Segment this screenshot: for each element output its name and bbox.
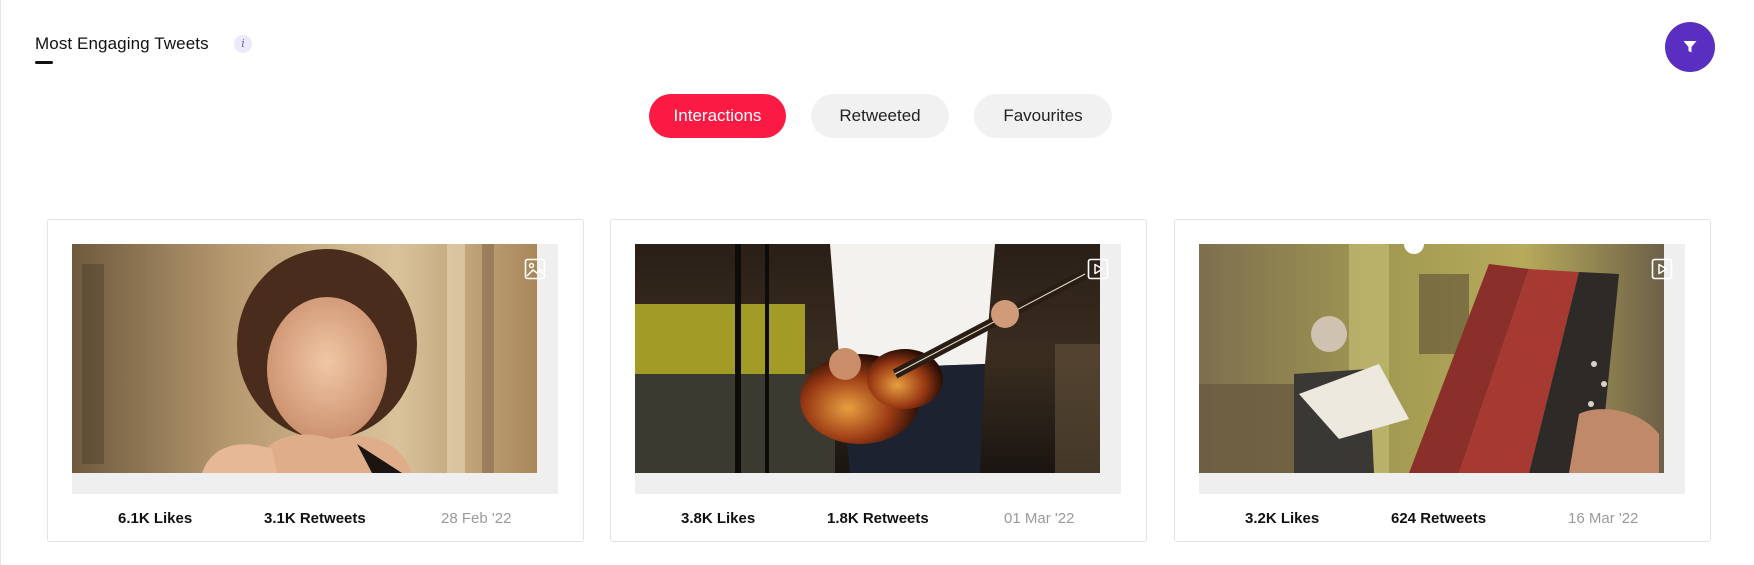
retweets-count: 3.1K Retweets	[264, 510, 366, 527]
tweet-card[interactable]: 6.1K Likes 3.1K Retweets 28 Feb '22	[47, 219, 584, 542]
tweet-date: 28 Feb '22	[441, 510, 512, 527]
widget-title: Most Engaging Tweets	[35, 34, 209, 53]
media-frame	[1199, 244, 1685, 494]
filter-icon	[1683, 41, 1697, 53]
likes-count: 3.2K Likes	[1245, 510, 1320, 527]
tweet-card[interactable]: 3.2K Likes 624 Retweets 16 Mar '22	[1174, 219, 1711, 542]
tweet-date: 01 Mar '22	[1004, 510, 1075, 527]
tab-retweeted[interactable]: Retweeted	[811, 94, 949, 138]
most-engaging-tweets-widget: Most Engaging Tweets i Interactions Retw…	[0, 0, 1754, 565]
tweet-media-video[interactable]	[1199, 244, 1664, 473]
tweet-stats: 3.8K Likes 1.8K Retweets 01 Mar '22	[611, 510, 1146, 530]
tweet-sort-tabs: Interactions Retweeted Favourites	[649, 94, 1112, 138]
likes-count: 3.8K Likes	[681, 510, 756, 527]
retweets-count: 1.8K Retweets	[827, 510, 929, 527]
video-icon	[1651, 258, 1673, 280]
likes-count: 6.1K Likes	[118, 510, 193, 527]
image-icon	[524, 258, 546, 280]
info-icon[interactable]: i	[234, 35, 252, 53]
tweet-stats: 3.2K Likes 624 Retweets 16 Mar '22	[1175, 510, 1710, 530]
title-underline	[35, 61, 53, 64]
tweet-stats: 6.1K Likes 3.1K Retweets 28 Feb '22	[48, 510, 583, 530]
retweets-count: 624 Retweets	[1391, 510, 1487, 527]
tweet-media-video[interactable]	[635, 244, 1100, 473]
video-icon	[1087, 258, 1109, 280]
tab-interactions[interactable]: Interactions	[649, 94, 786, 138]
tweet-date: 16 Mar '22	[1568, 510, 1639, 527]
tweet-card[interactable]: 3.8K Likes 1.8K Retweets 01 Mar '22	[610, 219, 1147, 542]
media-frame	[635, 244, 1121, 494]
filter-button[interactable]	[1665, 22, 1715, 72]
tweet-media-image[interactable]	[72, 244, 537, 473]
tab-favourites[interactable]: Favourites	[974, 94, 1112, 138]
media-frame	[72, 244, 558, 494]
